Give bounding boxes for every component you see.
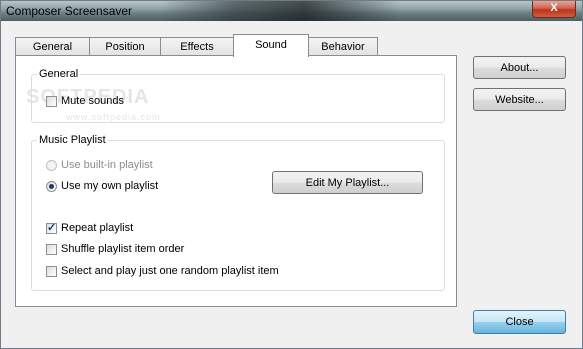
use-builtin-playlist-radio[interactable]: Use built-in playlist: [46, 158, 153, 172]
general-group: General Mute sounds: [31, 68, 445, 123]
sound-tab-panel: SOFTPEDIA www.softpedia.com General Mute…: [15, 55, 457, 307]
shuffle-label: Shuffle playlist item order: [61, 243, 185, 255]
edit-my-playlist-button[interactable]: Edit My Playlist...: [272, 171, 423, 194]
shuffle-checkbox[interactable]: Shuffle playlist item order: [46, 242, 184, 256]
own-radio-circle[interactable]: [46, 180, 57, 192]
title-bar-background: [161, 1, 401, 21]
window-title: Composer Screensaver: [6, 4, 133, 18]
repeat-playlist-box[interactable]: [46, 221, 57, 234]
builtin-radio-circle[interactable]: [46, 159, 57, 171]
website-button[interactable]: Website...: [473, 88, 566, 111]
tab-position[interactable]: Position: [89, 37, 161, 55]
random-one-item-checkbox[interactable]: Select and play just one random playlist…: [46, 264, 279, 278]
shuffle-box[interactable]: [46, 243, 57, 255]
builtin-radio-label: Use built-in playlist: [61, 159, 153, 171]
tab-behavior[interactable]: Behavior: [308, 37, 378, 55]
random-one-item-label: Select and play just one random playlist…: [61, 265, 279, 277]
use-own-playlist-radio[interactable]: Use my own playlist: [46, 179, 158, 193]
about-button[interactable]: About...: [473, 56, 566, 79]
dialog-window: Composer Screensaver X General Position …: [0, 0, 583, 349]
mute-sounds-label: Mute sounds: [61, 95, 124, 107]
music-playlist-group: Music Playlist Use built-in playlist Use…: [31, 134, 445, 291]
tab-general[interactable]: General: [15, 37, 90, 55]
tab-sound[interactable]: Sound: [233, 34, 309, 57]
title-bar[interactable]: Composer Screensaver X: [1, 1, 582, 21]
mute-sounds-box[interactable]: [46, 95, 57, 107]
mute-sounds-checkbox[interactable]: Mute sounds: [46, 94, 124, 108]
random-one-item-box[interactable]: [46, 265, 57, 277]
window-close-button[interactable]: X: [532, 1, 576, 18]
repeat-playlist-checkbox[interactable]: Repeat playlist: [46, 221, 133, 235]
own-radio-label: Use my own playlist: [61, 180, 159, 192]
general-group-label: General: [37, 68, 81, 80]
repeat-playlist-label: Repeat playlist: [61, 222, 134, 234]
music-playlist-group-label: Music Playlist: [37, 134, 108, 146]
tab-effects[interactable]: Effects: [160, 37, 234, 55]
close-button[interactable]: Close: [473, 310, 566, 334]
